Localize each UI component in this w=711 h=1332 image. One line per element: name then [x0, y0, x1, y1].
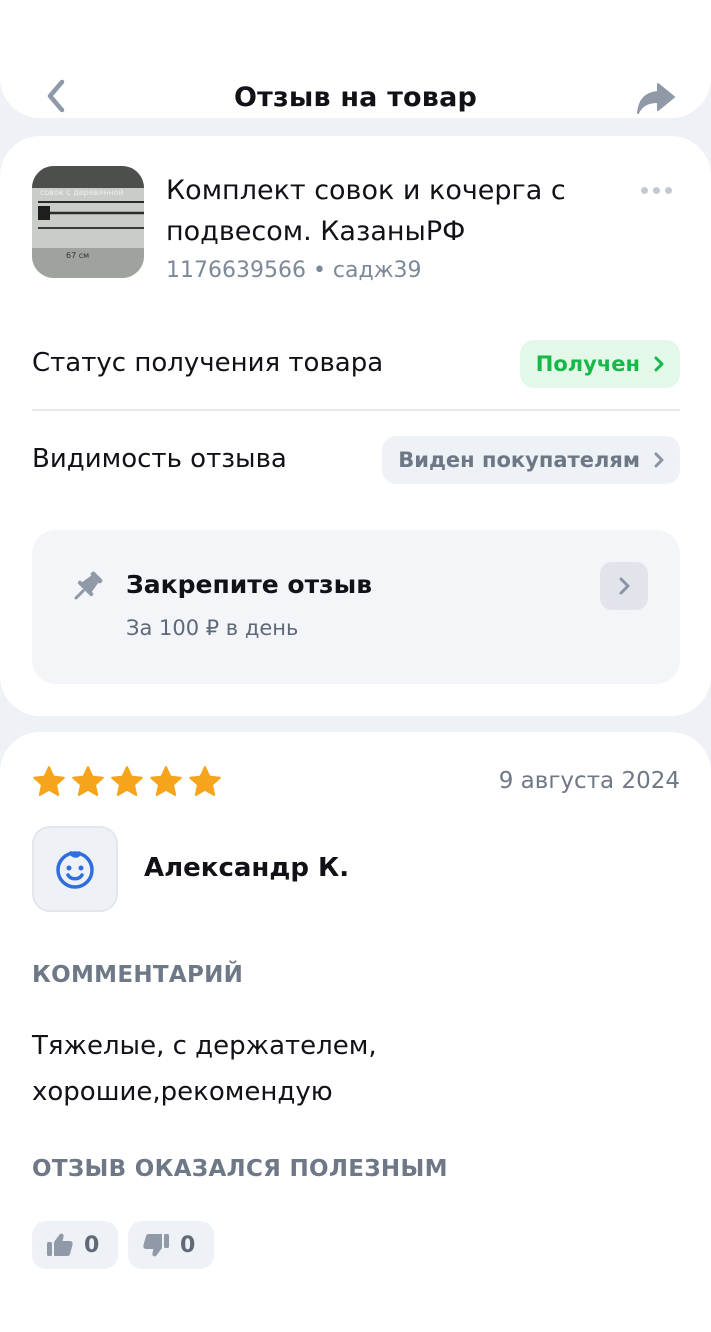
- status-value: Получен: [535, 352, 640, 376]
- like-button[interactable]: 0: [32, 1221, 118, 1269]
- thumbs-down-icon: [143, 1234, 169, 1257]
- comment-text: Тяжелые, с держателем, хорошие,рекоменду…: [32, 1023, 652, 1115]
- avatar[interactable]: [32, 826, 118, 912]
- pin-icon: [74, 571, 103, 600]
- status-label: Статус получения товара: [32, 348, 384, 378]
- dislike-count: 0: [180, 1232, 196, 1258]
- product-name[interactable]: Комплект совок и кочерга с подвесом. Каз…: [166, 170, 606, 252]
- review-date: 9 августа 2024: [498, 768, 680, 794]
- comment-label: КОММЕНТАРИЙ: [32, 962, 244, 988]
- page-title: Отзыв на товар: [233, 82, 478, 113]
- author-name: Александр К.: [144, 853, 350, 883]
- pin-price: За 100 ₽ в день: [126, 616, 299, 640]
- star-icon: [111, 766, 143, 796]
- thumbs-up-icon: [47, 1233, 73, 1256]
- more-dot: [664, 186, 672, 194]
- chevron-right-icon: [654, 356, 664, 372]
- baby-face-icon: [56, 851, 94, 889]
- star-icon: [150, 766, 182, 796]
- pin-review-banner[interactable]: Закрепите отзыв За 100 ₽ в день: [32, 530, 680, 684]
- visibility-pill[interactable]: Виден покупателям: [382, 436, 680, 484]
- share-button[interactable]: [632, 77, 680, 121]
- product-image-caption: совок с деревянной: [40, 188, 124, 197]
- product-thumbnail[interactable]: совок с деревянной 67 см: [32, 166, 144, 278]
- product-image: совок с деревянной 67 см: [32, 166, 144, 278]
- pin-title: Закрепите отзыв: [126, 570, 373, 599]
- like-count: 0: [84, 1232, 100, 1258]
- more-button[interactable]: [632, 176, 680, 204]
- star-icon: [33, 766, 65, 796]
- more-dot: [652, 186, 660, 194]
- chevron-right-icon: [619, 577, 630, 595]
- star-icon: [72, 766, 104, 796]
- share-arrow-icon: [637, 83, 675, 114]
- status-pill[interactable]: Получен: [519, 340, 680, 388]
- star-icon: [189, 766, 221, 796]
- visibility-label: Видимость отзыва: [32, 444, 287, 474]
- visibility-value: Виден покупателям: [398, 448, 640, 472]
- comment-line: Тяжелые, с держателем,: [32, 1031, 377, 1061]
- helpful-label: ОТЗЫВ ОКАЗАЛСЯ ПОЛЕЗНЫМ: [32, 1156, 448, 1182]
- divider: [32, 409, 680, 411]
- more-dots-icon: [640, 186, 648, 194]
- comment-line: хорошие,рекомендую: [32, 1077, 333, 1107]
- product-image-size: 67 см: [66, 251, 89, 260]
- rating-stars: [32, 765, 222, 799]
- dislike-button[interactable]: 0: [128, 1221, 214, 1269]
- pin-open-button[interactable]: [600, 562, 648, 610]
- chevron-right-icon: [654, 452, 664, 468]
- product-meta: 1176639566 • садж39: [166, 258, 422, 283]
